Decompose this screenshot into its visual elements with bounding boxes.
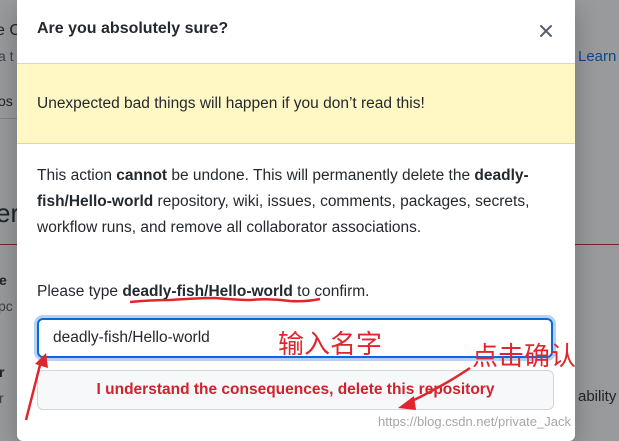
- close-icon: [540, 25, 552, 37]
- warning-flash: Unexpected bad things will happen if you…: [17, 64, 575, 144]
- description-text: This action: [37, 167, 117, 184]
- warning-text: Unexpected bad things will happen if you…: [37, 95, 425, 112]
- watermark: https://blog.csdn.net/private_Jack: [378, 414, 571, 429]
- confirm-suffix: to confirm.: [292, 283, 370, 300]
- description-text: be undone. This will permanently delete …: [167, 167, 475, 184]
- annotation-input-name: 输入名字: [278, 330, 383, 360]
- delete-repository-button[interactable]: I understand the consequences, delete th…: [37, 370, 554, 410]
- annotation-click-confirm: 点击确认: [472, 342, 577, 372]
- delete-repository-dialog: Are you absolutely sure? Unexpected bad …: [17, 0, 575, 441]
- confirm-prefix: Please type: [37, 283, 123, 300]
- dialog-header: Are you absolutely sure?: [17, 0, 575, 64]
- dialog-title: Are you absolutely sure?: [37, 20, 229, 37]
- description-emphasis: cannot: [116, 167, 168, 184]
- close-button[interactable]: [535, 20, 557, 42]
- dialog-description: This action cannot be undone. This will …: [37, 163, 557, 241]
- confirm-instruction: Please type deadly-fish/Hello-world to c…: [37, 283, 370, 301]
- confirm-repository-name: deadly-fish/Hello-world: [122, 283, 293, 300]
